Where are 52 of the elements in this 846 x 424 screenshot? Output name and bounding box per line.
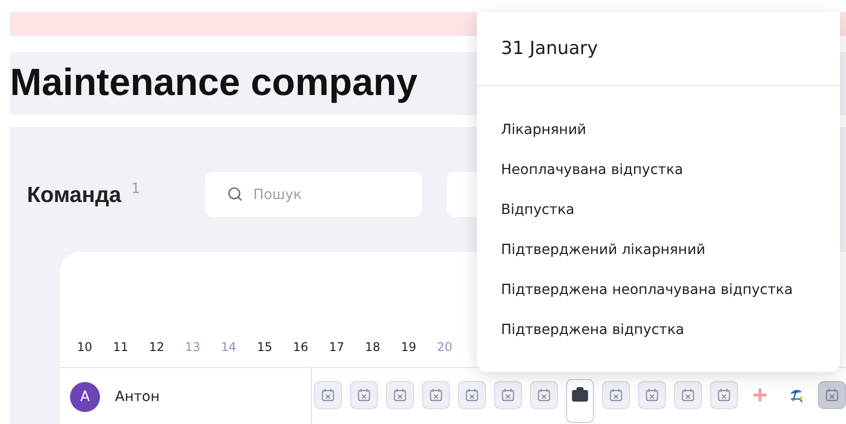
menu-item[interactable]: Підтверджена відпустка	[477, 310, 840, 350]
menu-title: 31 January	[477, 12, 840, 86]
calendar-x-icon	[501, 388, 515, 402]
calendar-x-icon	[825, 388, 839, 402]
day-cell[interactable]	[818, 381, 846, 409]
day-cell[interactable]	[638, 381, 666, 409]
medical-cross-icon	[751, 386, 769, 404]
page-title: Maintenance company	[10, 62, 418, 105]
day-number: 14	[220, 340, 238, 354]
day-cell[interactable]	[710, 381, 738, 409]
avatar: A	[70, 382, 100, 412]
menu-item[interactable]: Неоплачувана відпустка	[477, 150, 840, 190]
day-number: 12	[148, 340, 166, 354]
calendar-x-icon	[537, 388, 551, 402]
day-cell[interactable]	[350, 381, 378, 409]
calendar-x-icon	[681, 388, 695, 402]
calendar-x-icon	[717, 388, 731, 402]
calendar-x-icon	[393, 388, 407, 402]
day-number: 18	[364, 340, 382, 354]
day-number: 20	[436, 340, 454, 354]
day-cell[interactable]	[602, 381, 630, 409]
day-cell[interactable]	[422, 381, 450, 409]
calendar-x-icon	[465, 388, 479, 402]
day-cell[interactable]	[458, 381, 486, 409]
team-title: Команда	[27, 182, 122, 208]
search-field[interactable]: Пошук	[205, 172, 422, 217]
day-number: 15	[256, 340, 274, 354]
day-cell[interactable]	[314, 381, 342, 409]
day-number: 10	[76, 340, 94, 354]
calendar-x-icon	[645, 388, 659, 402]
team-count: 1	[131, 181, 140, 197]
employee-name: Антон	[115, 388, 160, 404]
day-number: 19	[400, 340, 418, 354]
day-cell[interactable]	[494, 381, 522, 409]
calendar-x-icon	[609, 388, 623, 402]
day-cell[interactable]	[386, 381, 414, 409]
search-icon	[227, 186, 244, 202]
day-number: 11	[112, 340, 130, 354]
calendar-x-icon	[321, 388, 335, 402]
day-cell[interactable]	[530, 381, 558, 409]
menu-item[interactable]: Лікарняний	[477, 110, 840, 150]
menu-item[interactable]: Підтверджений лікарняний	[477, 230, 840, 270]
day-cell[interactable]	[674, 381, 702, 409]
day-number: 16	[292, 340, 310, 354]
menu-item[interactable]: Відпустка	[477, 190, 840, 230]
calendar-x-icon	[429, 388, 443, 402]
briefcase-icon	[571, 386, 589, 404]
menu-item[interactable]: Підтверджена неоплачувана відпустка	[477, 270, 840, 310]
calendar-x-icon	[357, 388, 371, 402]
day-cell[interactable]	[566, 379, 594, 423]
day-number: 13	[184, 340, 202, 354]
day-number: 17	[328, 340, 346, 354]
